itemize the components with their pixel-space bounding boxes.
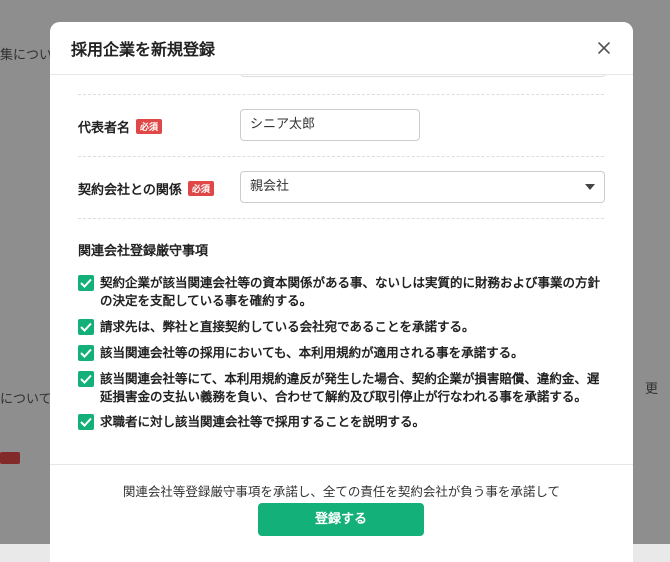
relationship-label-text: 契約会社との関係 <box>78 183 182 198</box>
compliance-title: 関連会社登録厳守事項 <box>78 244 209 259</box>
divider <box>78 218 604 219</box>
close-icon[interactable] <box>593 37 615 59</box>
relationship-select[interactable]: 親会社 <box>240 171 605 203</box>
chevron-down-icon <box>585 184 595 190</box>
compliance-item-text: 該当関連会社等にて、本利用規約違反が発生した場合、契約企業が損害賠償、違約金、遅… <box>100 371 600 404</box>
representative-label: 代表者名 必須 <box>78 117 163 136</box>
relationship-selected-value: 親会社 <box>250 179 290 194</box>
compliance-item-text: 求職者に対し該当関連会社等で採用することを説明する。 <box>100 414 426 429</box>
register-company-modal: 採用企業を新規登録 代表者名 必須 シニア太郎 契約会社との関係 必須 親会社 関連… <box>50 22 633 562</box>
required-badge: 必須 <box>136 119 163 134</box>
compliance-item-text: 請求先は、弊社と直接契約している会社宛であることを承諾する。 <box>100 319 475 334</box>
checkbox-checked[interactable] <box>78 345 94 361</box>
register-button[interactable]: 登録する <box>258 503 424 536</box>
modal-body: 代表者名 必須 シニア太郎 契約会社との関係 必須 親会社 関連会社登録厳守事項 契… <box>50 66 633 464</box>
checkbox-checked[interactable] <box>78 275 94 291</box>
checkmark-icon <box>80 374 92 384</box>
compliance-item-text: 契約企業が該当関連会社等の資本関係がある事、ないしは実質的に財務および事業の方針… <box>100 275 601 308</box>
representative-label-text: 代表者名 <box>78 121 131 136</box>
representative-input[interactable]: シニア太郎 <box>240 109 420 141</box>
checkbox-checked[interactable] <box>78 371 94 387</box>
footer-note: 関連会社等登録厳守事項を承諾し、全ての責任を契約会社が負う事を承諾して <box>122 484 561 499</box>
checkbox-checked[interactable] <box>78 414 94 430</box>
relationship-label: 契約会社との関係 必須 <box>78 179 214 198</box>
divider <box>78 156 604 157</box>
checkmark-icon <box>80 322 92 332</box>
compliance-item-text: 該当関連会社等の採用においても、本利用規約が適用される事を承諾する。 <box>100 345 524 360</box>
checkmark-icon <box>80 417 92 427</box>
modal-footer: 関連会社等登録厳守事項を承諾し、全ての責任を契約会社が負う事を承諾して 登録する <box>50 464 633 562</box>
modal-header: 採用企業を新規登録 <box>50 22 633 75</box>
checkmark-icon <box>80 348 92 358</box>
required-badge: 必須 <box>187 181 214 196</box>
divider <box>78 94 604 95</box>
modal-title: 採用企業を新規登録 <box>71 40 216 59</box>
checkbox-checked[interactable] <box>78 319 94 335</box>
checkmark-icon <box>80 278 92 288</box>
